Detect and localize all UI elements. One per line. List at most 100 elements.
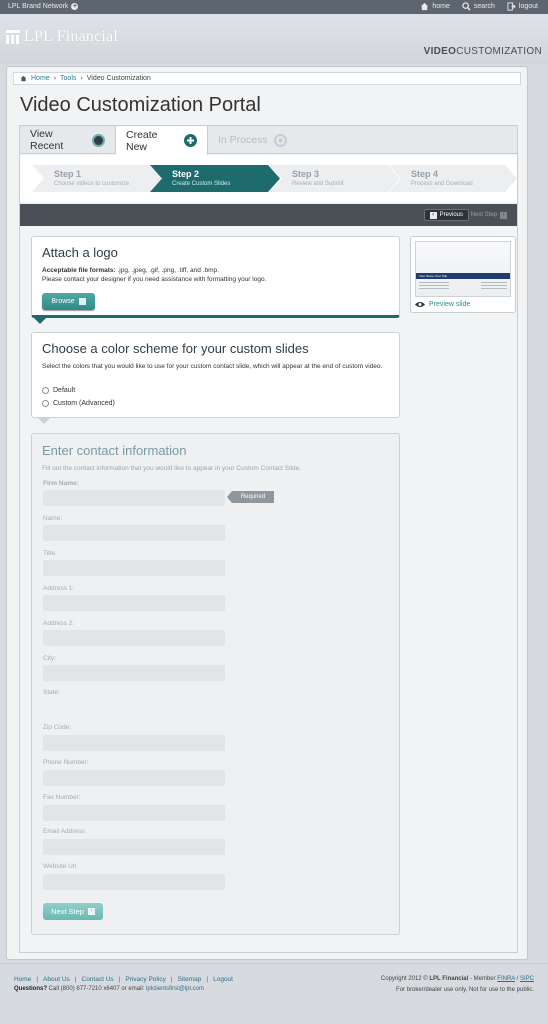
panel-pointer: [38, 418, 50, 424]
home-link[interactable]: home: [420, 2, 450, 11]
breadcrumb-tools[interactable]: Tools: [60, 75, 76, 82]
preview-slide-label: Preview slide: [429, 301, 471, 308]
color-scheme-desc: Select the colors that you would like to…: [42, 363, 383, 370]
color-scheme-title: Choose a color scheme for your custom sl…: [42, 341, 309, 356]
name-label: Name:: [43, 515, 63, 522]
step-2-title: Step 2: [172, 169, 200, 179]
tab-in-process[interactable]: In Process: [208, 126, 298, 154]
fax-field[interactable]: [43, 805, 225, 821]
step-1-title: Step 1: [54, 169, 82, 179]
phone-label: Phone Number:: [43, 759, 89, 766]
radio-custom-advanced[interactable]: Custom (Advanced): [42, 400, 115, 407]
view-recent-icon: [92, 133, 105, 147]
step-2-subtitle: Create Custom Slides: [172, 181, 231, 187]
phone-field[interactable]: [43, 770, 225, 786]
brand-network-menu[interactable]: LPL Brand Network +: [8, 3, 79, 10]
slide-preview-card: Your Name Your Title Preview slide: [410, 236, 516, 313]
copyright-prefix: Copyright 2012 ©: [380, 976, 430, 982]
breadcrumb: Home › Tools › Video Customization: [13, 72, 521, 85]
questions-label: Questions?: [14, 986, 48, 992]
chevron-left-icon: ‹: [429, 211, 437, 219]
section-title-rest: CUSTOMIZATION: [456, 46, 542, 57]
logo-help-text: Please contact your designer if you need…: [42, 276, 267, 283]
radio-default[interactable]: Default: [42, 387, 75, 394]
title-field[interactable]: [43, 560, 225, 576]
previous-label: Previous: [439, 212, 463, 218]
step-3-subtitle: Review and Submit: [292, 181, 344, 187]
footer-nav: Home | About Us | Contact Us | Privacy Poli…: [14, 976, 233, 983]
website-field[interactable]: [43, 874, 225, 890]
questions-text: Call (800) 877-7210 x6407 or email:: [47, 986, 147, 992]
footer-link-home[interactable]: Home: [14, 976, 31, 983]
slide-thumbnail[interactable]: Your Name Your Title: [415, 241, 511, 297]
contact-info-title: Enter contact information: [42, 443, 187, 458]
attach-logo-panel: Attach a logo Acceptable file formats: .…: [31, 236, 400, 318]
eye-icon: [415, 302, 425, 307]
previous-button[interactable]: ‹ Previous: [423, 209, 469, 221]
in-process-icon: [273, 133, 287, 147]
tab-in-process-label: In Process: [218, 134, 268, 146]
next-step-button[interactable]: Next Step ›: [43, 903, 103, 920]
state-label: State:: [43, 689, 60, 696]
browse-button[interactable]: Browse: [42, 293, 95, 310]
step-2: Step 2 Create Custom Slides: [150, 165, 282, 192]
footer-link-about[interactable]: About Us: [43, 976, 70, 983]
step-3: Step 3 Review and Submit: [270, 165, 402, 192]
firm-name-label: Firm Name:: [43, 480, 79, 487]
next-step-top-label: Next Step: [470, 212, 497, 218]
address1-field[interactable]: [43, 595, 225, 611]
footer-email-link[interactable]: lplclientsfirst@lpl.com: [146, 986, 204, 992]
firm-name-field[interactable]: [43, 490, 225, 506]
logout-icon: [507, 2, 516, 11]
title-label: Title:: [43, 550, 57, 557]
tab-create-new[interactable]: Create New: [116, 126, 208, 155]
footer-questions: Questions? Call (800) 877-7210 x6407 or …: [14, 986, 204, 992]
city-field[interactable]: [43, 665, 225, 681]
fax-label: Fax Number:: [43, 794, 81, 801]
step-1: Step 1 Choose videos to customize: [32, 165, 164, 192]
footer-link-logout[interactable]: Logout: [213, 976, 233, 983]
thumbnail-lines: [419, 282, 507, 291]
thumbnail-name: Your Name: [419, 274, 434, 278]
section-title-bold: VIDEO: [423, 46, 457, 57]
footer-link-privacy[interactable]: Privacy Policy: [125, 976, 165, 983]
copyright: Copyright 2012 © LPL Financial - Member …: [381, 976, 534, 982]
radio-custom-label: Custom (Advanced): [53, 400, 115, 407]
logout-link-label: logout: [518, 3, 538, 10]
browse-label: Browse: [51, 298, 75, 305]
finra-link[interactable]: FINRA: [497, 976, 515, 982]
preview-slide-link[interactable]: Preview slide: [415, 301, 470, 308]
sipc-link[interactable]: SIPC: [520, 976, 534, 982]
radio-button[interactable]: [42, 400, 49, 407]
lpl-logo[interactable]: LPL Financial: [6, 28, 118, 46]
copyright-brand: LPL Financial: [429, 976, 469, 982]
website-label: Website Url: [43, 863, 77, 870]
name-field[interactable]: [43, 525, 225, 541]
home-icon: [20, 75, 27, 82]
logo-text: LPL Financial: [24, 28, 118, 45]
search-link[interactable]: search: [462, 2, 495, 11]
file-formats-text: Acceptable file formats: .jpg, .jpeg, .g…: [42, 267, 219, 274]
logout-link[interactable]: logout: [507, 2, 538, 11]
email-field[interactable]: [43, 839, 225, 855]
color-scheme-panel: Choose a color scheme for your custom sl…: [31, 332, 400, 418]
home-link-label: home: [432, 3, 450, 10]
chevron-right-icon: ›: [80, 75, 83, 82]
lpl-logo-mark: [6, 30, 20, 44]
radio-button[interactable]: [42, 387, 49, 394]
address1-label: Address 1:: [43, 585, 75, 592]
breadcrumb-current: Video Customization: [86, 75, 151, 82]
radio-default-label: Default: [53, 387, 76, 394]
footer-link-contact[interactable]: Contact Us: [82, 976, 114, 983]
chevron-right-icon: ›: [53, 75, 57, 82]
plus-icon: +: [71, 3, 79, 10]
tab-view-recent[interactable]: View Recent: [20, 126, 116, 154]
plus-icon: [184, 134, 197, 147]
footer-link-sitemap[interactable]: Sitemap: [178, 976, 202, 983]
address2-field[interactable]: [43, 630, 225, 646]
zip-code-field[interactable]: [43, 735, 225, 751]
next-step-top-button[interactable]: Next Step ›: [467, 209, 511, 221]
step-4: Step 4 Process and Download: [389, 165, 517, 192]
breadcrumb-home[interactable]: Home: [31, 75, 50, 82]
tab-create-new-label: Create New: [126, 128, 158, 153]
